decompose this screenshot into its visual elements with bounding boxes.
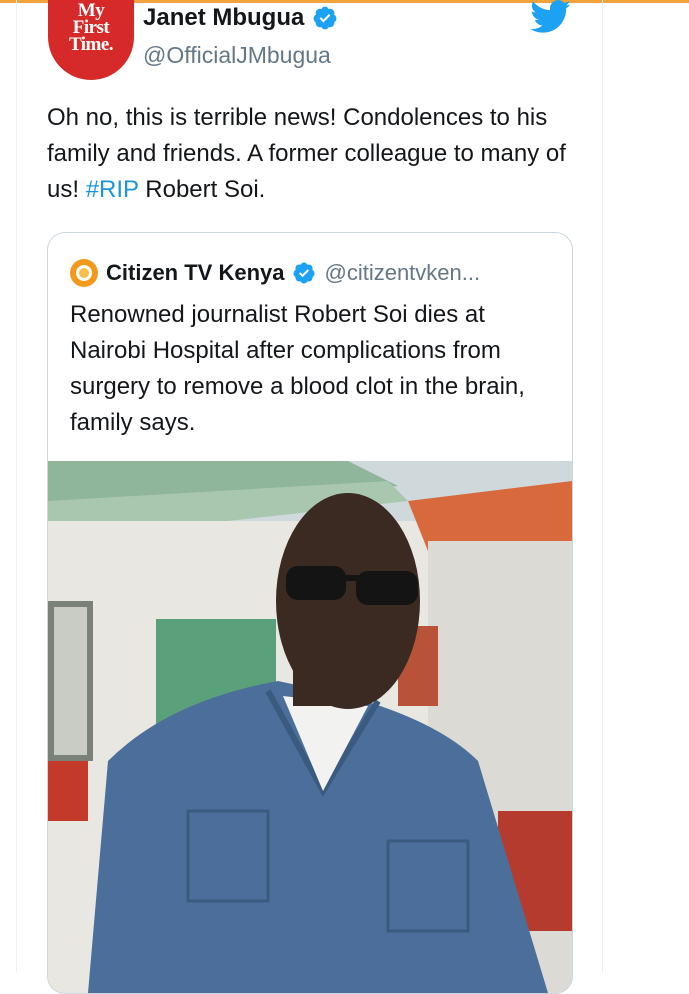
twitter-bird-icon: [530, 0, 571, 33]
right-divider: [602, 0, 603, 972]
quoted-tweet-card[interactable]: Citizen TV Kenya @citizentvken... Renown…: [47, 232, 573, 994]
author-name[interactable]: Janet Mbugua: [143, 4, 338, 32]
verified-badge-icon: [293, 262, 315, 284]
tweet-text-tail: Robert Soi.: [138, 176, 266, 203]
author-avatar[interactable]: My First Time.: [48, 0, 134, 80]
left-divider: [16, 0, 17, 972]
quoted-tweet-header: Citizen TV Kenya @citizentvken...: [70, 258, 480, 288]
photo-illustration: [48, 461, 572, 993]
quoted-author-handle: @citizentvken...: [324, 260, 481, 285]
hashtag-link[interactable]: #RIP: [86, 176, 139, 203]
quoted-tweet-photo[interactable]: [48, 461, 572, 993]
author-handle[interactable]: @OfficialJMbugua: [143, 42, 331, 69]
author-name-text: Janet Mbugua: [143, 4, 305, 31]
tweet-text: Oh no, this is terrible news! Condolence…: [47, 100, 592, 208]
citizen-tv-logo-icon: [70, 259, 98, 287]
verified-badge-icon: [313, 6, 337, 30]
quoted-author-name: Citizen TV Kenya: [106, 260, 285, 285]
quoted-tweet-text: Renowned journalist Robert Soi dies at N…: [70, 301, 525, 436]
avatar-logo-text: My First Time.: [68, 0, 114, 55]
